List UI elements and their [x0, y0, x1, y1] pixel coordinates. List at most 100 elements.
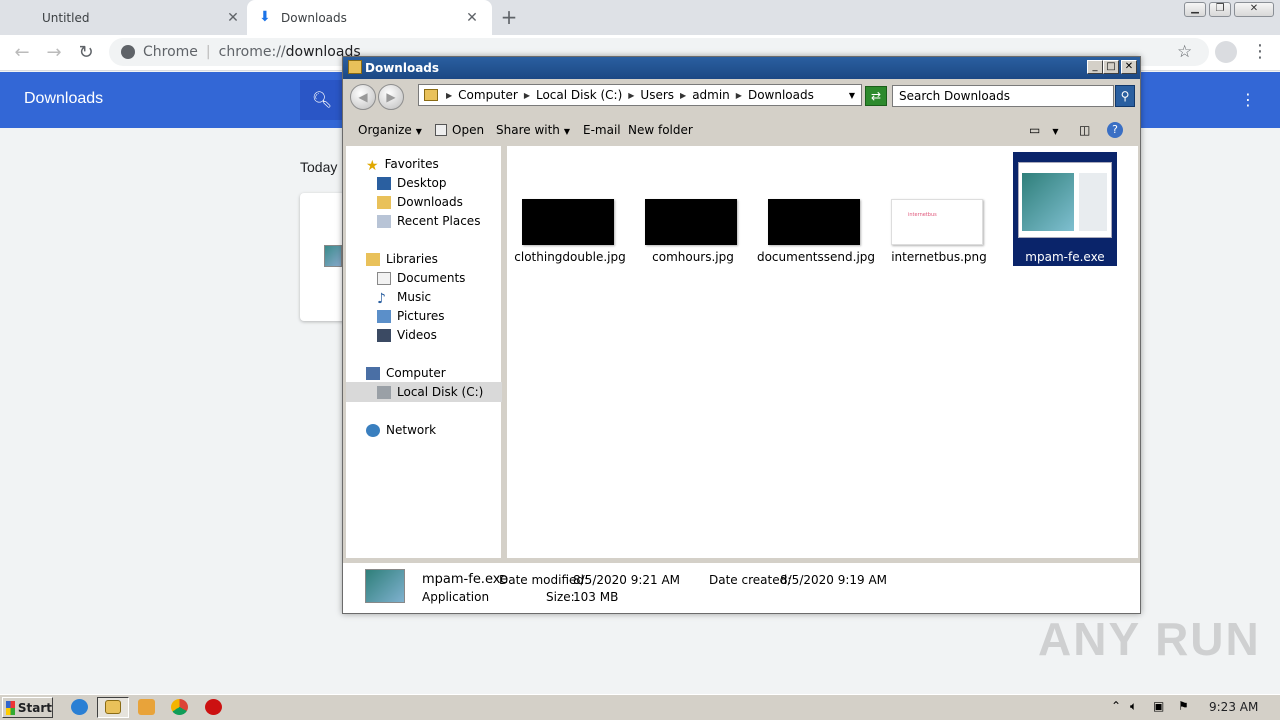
- search-input[interactable]: Search Downloads: [892, 85, 1114, 107]
- breadcrumb-item[interactable]: Users: [640, 88, 674, 102]
- image-thumbnail: [522, 199, 614, 245]
- nav-desktop[interactable]: Desktop: [377, 176, 447, 190]
- open-icon: [435, 124, 447, 136]
- breadcrumb-item[interactable]: Computer: [458, 88, 518, 102]
- nav-pictures[interactable]: Pictures: [377, 309, 445, 323]
- share-label: Share with: [496, 123, 560, 137]
- chevron-icon[interactable]: ▶: [446, 91, 452, 100]
- tab-untitled[interactable]: Untitled ✕: [8, 0, 253, 35]
- breadcrumb-item[interactable]: admin: [692, 88, 730, 102]
- date-created-label: Date created:: [709, 573, 792, 587]
- nav-videos[interactable]: Videos: [377, 328, 437, 342]
- nav-label: Music: [397, 290, 432, 304]
- forward-button[interactable]: ▶: [378, 84, 404, 110]
- close-icon[interactable]: ✕: [225, 10, 241, 26]
- back-button[interactable]: ←: [10, 42, 34, 64]
- file-name: mpam-fe.exe: [1025, 250, 1105, 264]
- file-item[interactable]: comhours.jpg: [633, 152, 753, 264]
- chevron-down-icon[interactable]: ▼: [849, 91, 855, 100]
- network-status-icon[interactable]: ▣: [1153, 699, 1164, 713]
- search-icon[interactable]: ⚲: [1115, 85, 1135, 107]
- open-label: Open: [452, 123, 485, 137]
- chrome-menu-icon[interactable]: ⋮: [1251, 41, 1269, 62]
- folder-icon: [424, 89, 438, 101]
- share-with-button[interactable]: Share with ▼: [496, 123, 570, 137]
- url-scheme: chrome://: [218, 44, 286, 60]
- reload-button[interactable]: ↻: [74, 42, 98, 64]
- chevron-icon[interactable]: ▶: [628, 91, 634, 100]
- file-item[interactable]: internetbus internetbus.png: [879, 152, 999, 264]
- thumbnail-text: internetbus: [908, 212, 937, 218]
- window-titlebar[interactable]: [343, 57, 1140, 79]
- nav-music[interactable]: ♪ Music: [377, 290, 432, 307]
- nav-computer[interactable]: Computer: [366, 366, 446, 380]
- application-icon: [365, 569, 405, 603]
- chevron-icon[interactable]: ▶: [524, 91, 530, 100]
- file-item[interactable]: documentssend.jpg: [756, 152, 876, 264]
- tab-downloads[interactable]: ⬇ Downloads ✕: [247, 0, 492, 35]
- nav-label: Libraries: [386, 252, 438, 266]
- close-window-button[interactable]: ✕: [1234, 2, 1274, 17]
- restore-button[interactable]: ❐: [1209, 2, 1231, 17]
- nav-downloads[interactable]: Downloads: [377, 195, 463, 209]
- desktop-icon: [377, 176, 391, 190]
- downloads-folder-icon: [377, 195, 391, 209]
- chrome-icon[interactable]: [171, 699, 188, 715]
- refresh-icon[interactable]: ⇄: [865, 86, 887, 106]
- breadcrumb-item[interactable]: Local Disk (C:): [536, 88, 622, 102]
- taskbar: [0, 694, 1280, 720]
- application-icon: [1018, 162, 1112, 238]
- breadcrumb-item[interactable]: Downloads: [748, 88, 814, 102]
- file-name: internetbus.png: [891, 250, 987, 264]
- nav-network[interactable]: Network: [366, 423, 436, 437]
- start-button[interactable]: Start: [2, 697, 53, 718]
- file-item-selected[interactable]: mpam-fe.exe: [1013, 152, 1117, 266]
- forward-button[interactable]: →: [42, 42, 66, 64]
- minimize-button[interactable]: _: [1087, 60, 1103, 74]
- antivirus-icon[interactable]: [205, 699, 222, 715]
- internet-explorer-icon[interactable]: [71, 699, 88, 715]
- minimize-button[interactable]: ▁: [1184, 2, 1206, 17]
- documents-icon: [377, 271, 391, 285]
- bookmark-star-icon[interactable]: ☆: [1177, 42, 1192, 62]
- file-icon: [324, 245, 342, 267]
- nav-favorites[interactable]: ★ Favorites: [366, 157, 439, 174]
- nav-label: Favorites: [384, 157, 439, 171]
- show-hidden-icons-icon[interactable]: ⌃: [1111, 699, 1121, 713]
- change-view-icon[interactable]: ▭ ▼: [1029, 123, 1059, 137]
- action-center-flag-icon[interactable]: ⚑: [1178, 699, 1189, 713]
- close-button[interactable]: ✕: [1121, 60, 1137, 74]
- new-folder-button[interactable]: New folder: [628, 123, 693, 137]
- maximize-button[interactable]: □: [1103, 60, 1119, 74]
- profile-avatar[interactable]: [1215, 41, 1237, 63]
- organize-button[interactable]: Organize ▼: [358, 123, 422, 137]
- nav-recent-places[interactable]: Recent Places: [377, 214, 480, 228]
- address-bar[interactable]: ▶ Computer ▶ Local Disk (C:) ▶ Users ▶ a…: [418, 84, 862, 106]
- file-item[interactable]: clothingdouble.jpg: [510, 152, 630, 264]
- email-button[interactable]: E-mail: [583, 123, 621, 137]
- nav-label: Local Disk (C:): [397, 385, 484, 399]
- navigation-pane: ★ Favorites Desktop Downloads Recent Plac…: [346, 146, 504, 558]
- back-button[interactable]: ◀: [350, 84, 376, 110]
- pictures-icon: [377, 309, 391, 323]
- search-icon[interactable]: 🔍︎: [300, 80, 344, 120]
- new-tab-button[interactable]: +: [498, 6, 520, 28]
- drive-icon: [377, 385, 391, 399]
- date-modified-value: 8/5/2020 9:21 AM: [573, 573, 681, 587]
- file-name: documentssend.jpg: [756, 250, 876, 264]
- open-button[interactable]: Open: [435, 123, 484, 137]
- chevron-icon[interactable]: ▶: [680, 91, 686, 100]
- more-options-icon[interactable]: ⋮: [1240, 90, 1256, 109]
- nav-libraries[interactable]: Libraries: [366, 252, 438, 266]
- close-icon[interactable]: ✕: [464, 10, 480, 26]
- volume-icon[interactable]: 🔈︎: [1130, 699, 1137, 714]
- media-player-icon[interactable]: [138, 699, 155, 715]
- file-name: comhours.jpg: [652, 250, 734, 264]
- chevron-icon[interactable]: ▶: [736, 91, 742, 100]
- nav-documents[interactable]: Documents: [377, 271, 465, 285]
- system-clock[interactable]: 9:23 AM: [1209, 700, 1258, 714]
- help-icon[interactable]: ?: [1107, 122, 1123, 138]
- nav-local-disk[interactable]: Local Disk (C:): [346, 382, 502, 402]
- preview-pane-icon[interactable]: ◫: [1079, 123, 1090, 137]
- windows-logo-icon: [6, 700, 15, 715]
